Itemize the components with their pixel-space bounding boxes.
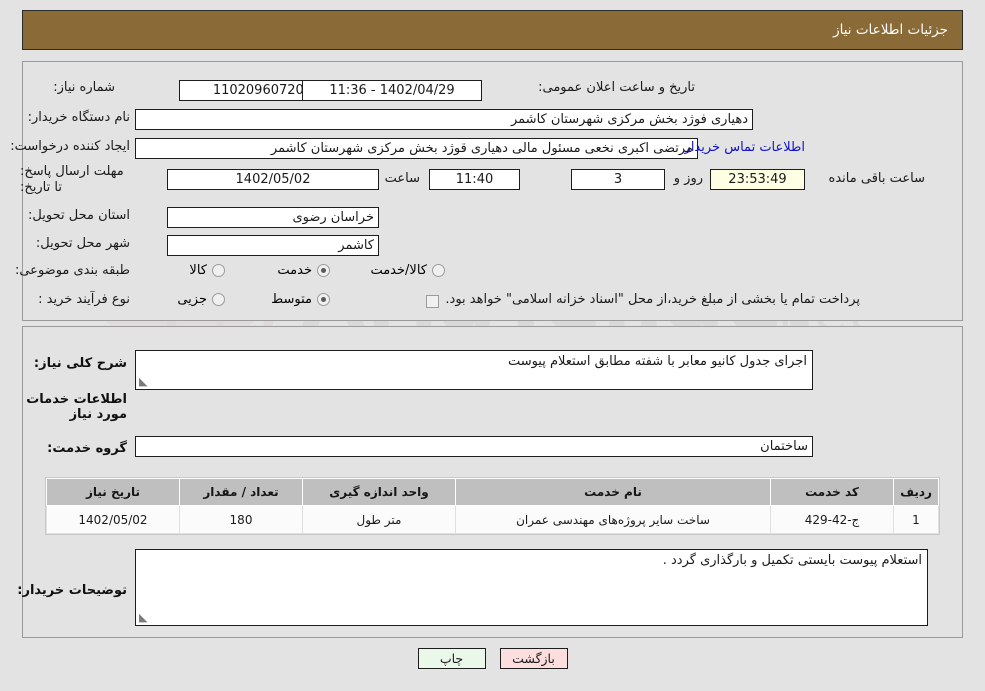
purchase-type-label: نوع فرآیند خرید : [38,292,130,307]
cell-radif: 1 [893,505,939,534]
buyer-notes-label: توضیحات خریدار: [17,583,127,598]
service-group-label: گروه خدمت: [47,441,127,456]
purchase-option-jozei-label: جزیی [177,292,207,307]
general-desc-value: اجرای جدول کانیو معابر با شفته مطابق است… [507,354,807,369]
cell-unit: متر طول [302,505,456,534]
window-title-bar: جزئیات اطلاعات نیاز [22,10,963,50]
col-radif: ردیف [893,478,939,506]
print-button[interactable]: چاپ [417,648,486,669]
deadline-days: 3 [571,169,665,190]
deadline-remaining-label: ساعت باقی مانده [828,171,925,186]
col-service-name: نام خدمت [455,478,771,506]
need-summary-panel [22,61,963,321]
table-header-row: ردیف کد خدمت نام خدمت واحد اندازه گیری ت… [46,478,939,506]
requester-row: ایجاد کننده درخواست: [10,139,130,154]
buyer-notes-textarea[interactable]: استعلام پیوست بایستی تکمیل و بارگذاری گر… [135,549,928,626]
back-button[interactable]: بازگشت [499,648,568,669]
announce-date-value: 1402/04/29 - 11:36 [302,80,482,101]
category-option-khedmat-label: خدمت [277,263,312,278]
purchase-option-motevaset[interactable]: متوسط [271,292,330,307]
deadline-time: 11:40 [429,169,520,190]
province-label: استان محل تحویل: [28,208,130,223]
resize-grip-icon-2[interactable]: ◢ [139,611,149,624]
radio-jozei[interactable] [212,293,225,306]
purchase-type-row: نوع فرآیند خرید : [38,292,130,307]
cell-service-name: ساخت سایر پروژه‌های مهندسی عمران [455,505,771,534]
table-row[interactable]: 1 ج-42-429 ساخت سایر پروژه‌های مهندسی عم… [46,505,939,534]
buyer-org-row: نام دستگاه خریدار: [28,110,130,125]
province-value: خراسان رضوی [167,207,379,228]
city-row: شهر محل تحویل: [36,236,130,251]
city-label: شهر محل تحویل: [35,236,130,251]
deadline-countdown: 23:53:49 [710,169,805,190]
city-value: کاشمر [167,235,379,256]
category-option-kala-khedmat-label: کالا/خدمت [370,263,427,278]
radio-kala-khedmat[interactable] [432,264,445,277]
requester-label: ایجاد کننده درخواست: [10,139,130,154]
radio-kala[interactable] [212,264,225,277]
page-root: AriaTender .net جزئیات اطلاعات نیاز شمار… [0,0,985,691]
need-number-row: شماره نیاز: [53,80,115,95]
radio-motevaset[interactable] [317,293,330,306]
requester-value: مرتضی اکبری نخعی مسئول مالی دهیاری قوژد … [135,138,698,159]
announce-date-row: تاریخ و ساعت اعلان عمومی: [538,80,695,95]
resize-grip-icon[interactable]: ◢ [139,375,149,388]
general-desc-label: شرح کلی نیاز: [33,356,127,371]
category-label: طبقه بندی موضوعی: [14,263,130,278]
cell-need-date: 1402/05/02 [46,505,180,534]
category-row: طبقه بندی موضوعی: [15,263,130,278]
purchase-option-motevaset-label: متوسط [271,292,312,307]
page-title: جزئیات اطلاعات نیاز [833,22,948,38]
radio-khedmat[interactable] [317,264,330,277]
category-option-kala[interactable]: کالا [189,263,225,278]
cell-quantity: 180 [179,505,303,534]
treasury-bond-note: پرداخت تمام یا بخشی از مبلغ خرید،از محل … [445,292,860,307]
category-option-kala-khedmat[interactable]: کالا/خدمت [370,263,445,278]
buyer-org-label: نام دستگاه خریدار: [27,110,130,125]
need-number-label: شماره نیاز: [53,80,115,95]
services-heading: اطلاعات خدمات مورد نیاز [26,392,127,422]
services-table-wrapper: ردیف کد خدمت نام خدمت واحد اندازه گیری ت… [45,477,940,535]
general-desc-textarea[interactable]: اجرای جدول کانیو معابر با شفته مطابق است… [135,350,813,390]
buyer-notes-value: استعلام پیوست بایستی تکمیل و بارگذاری گر… [662,553,922,568]
category-option-kala-label: کالا [189,263,207,278]
purchase-option-jozei[interactable]: جزیی [177,292,225,307]
treasury-bond-checkbox[interactable] [426,295,439,308]
services-table: ردیف کد خدمت نام خدمت واحد اندازه گیری ت… [46,478,939,534]
deadline-time-label: ساعت [384,171,420,186]
deadline-date: 1402/05/02 [167,169,379,190]
col-quantity: تعداد / مقدار [179,478,303,506]
cell-service-code: ج-42-429 [770,505,894,534]
col-unit: واحد اندازه گیری [302,478,456,506]
footer-buttons: بازگشت چاپ [0,648,985,669]
deadline-label: مهلت ارسال پاسخ: تا تاریخ: [20,164,124,196]
service-group-value: ساختمان [135,436,813,457]
buyer-contact-link[interactable]: اطلاعات تماس خریدار [685,140,805,155]
category-option-khedmat[interactable]: خدمت [277,263,330,278]
deadline-days-label: روز و [673,171,703,186]
col-need-date: تاریخ نیاز [46,478,180,506]
announce-date-label: تاریخ و ساعت اعلان عمومی: [538,80,695,95]
buyer-org-value: دهیاری فوژد بخش مرکزی شهرستان کاشمر [135,109,753,130]
province-row: استان محل تحویل: [28,208,130,223]
col-service-code: کد خدمت [770,478,894,506]
